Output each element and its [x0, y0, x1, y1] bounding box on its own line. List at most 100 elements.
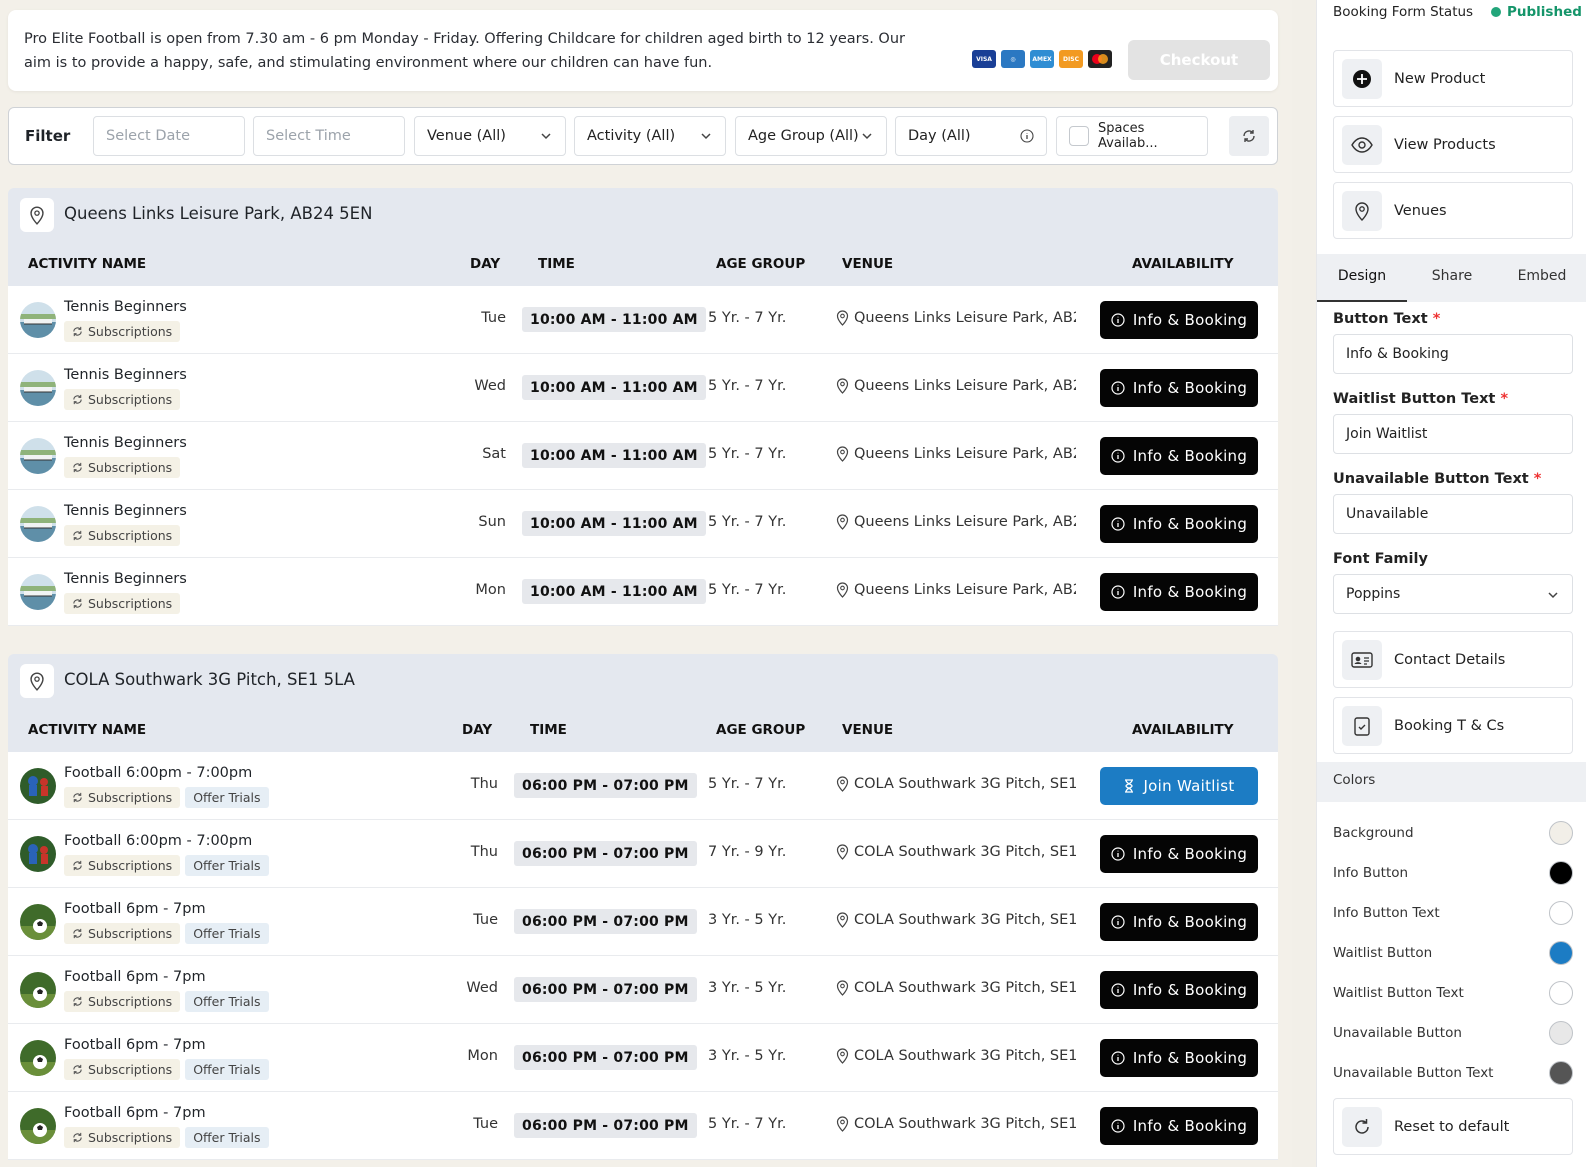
info-booking-button[interactable]: Info & Booking: [1100, 301, 1258, 339]
color-swatch[interactable]: [1549, 901, 1573, 925]
venue-cell: COLA Southwark 3G Pitch, SE1 ...: [836, 912, 1076, 928]
age-group-select[interactable]: Age Group (All): [735, 116, 887, 156]
refresh-button[interactable]: [1229, 116, 1269, 156]
activity-thumbnail: [20, 302, 56, 338]
activity-tags: Subscriptions Offer Trials: [64, 991, 269, 1012]
color-row: Unavailable Button: [1333, 1018, 1573, 1048]
button-label: Info & Booking: [1132, 311, 1248, 329]
info-booking-button[interactable]: Info & Booking: [1100, 369, 1258, 407]
reset-button[interactable]: Reset to default: [1333, 1098, 1573, 1155]
contact-details-button[interactable]: Contact Details: [1333, 631, 1573, 688]
time-cell: 06:00 PM - 07:00 PM: [514, 977, 697, 1002]
map-pin-icon: [836, 980, 849, 996]
color-swatch[interactable]: [1549, 821, 1573, 845]
time-cell: 10:00 AM - 11:00 AM: [522, 579, 706, 604]
column-header-activity: ACTIVITY NAME: [28, 256, 147, 272]
checkout-button[interactable]: Checkout: [1128, 40, 1270, 80]
tab-share[interactable]: Share: [1407, 254, 1497, 302]
offer-trials-badge: Offer Trials: [185, 923, 269, 944]
chevron-down-icon: [862, 133, 872, 140]
color-label: Unavailable Button Text: [1333, 1065, 1494, 1081]
reset-icon: [1342, 1106, 1382, 1147]
info-booking-button[interactable]: Info & Booking: [1100, 835, 1258, 873]
age-group-cell: 5 Yr. - 7 Yr.: [708, 378, 787, 394]
time-cell: 06:00 PM - 07:00 PM: [514, 841, 697, 866]
info-booking-button[interactable]: Info & Booking: [1100, 573, 1258, 611]
contact-card-icon: [1342, 639, 1382, 680]
spaces-available-toggle[interactable]: Spaces Availab...: [1056, 116, 1208, 156]
color-row: Info Button: [1333, 858, 1573, 888]
venue-cell: COLA Southwark 3G Pitch, SE1 ...: [836, 776, 1076, 792]
age-group-cell: 3 Yr. - 5 Yr.: [708, 980, 787, 996]
color-swatch[interactable]: [1549, 1021, 1573, 1045]
info-booking-button[interactable]: Info & Booking: [1100, 505, 1258, 543]
info-booking-button[interactable]: Info & Booking: [1100, 437, 1258, 475]
info-text: Pro Elite Football is open from 7.30 am …: [24, 31, 905, 71]
waitlist-text-field[interactable]: Join Waitlist: [1333, 414, 1573, 454]
day-cell: Thu: [470, 776, 498, 792]
activity-thumbnail: [20, 972, 56, 1008]
day-cell: Wed: [466, 980, 498, 996]
venue-cell-text: COLA Southwark 3G Pitch, SE1 ...: [854, 1116, 1076, 1132]
tab-embed[interactable]: Embed: [1497, 254, 1586, 302]
amex-icon: AMEX: [1030, 50, 1054, 68]
column-header-day: DAY: [470, 256, 501, 272]
venue-cell: COLA Southwark 3G Pitch, SE1 ...: [836, 1048, 1076, 1064]
map-pin-icon: [836, 378, 849, 394]
button-text-label: Button Text *: [1333, 311, 1441, 327]
tag-label: Offer Trials: [193, 790, 261, 805]
column-header-activity: ACTIVITY NAME: [28, 722, 147, 738]
settings-sidebar: Booking Form Status Published New Produc…: [1316, 0, 1586, 1167]
info-booking-button[interactable]: Info & Booking: [1100, 903, 1258, 941]
status-label: Booking Form Status: [1333, 4, 1474, 20]
sync-icon: [72, 860, 83, 871]
info-booking-button[interactable]: Info & Booking: [1100, 1039, 1258, 1077]
subscriptions-badge: Subscriptions: [64, 593, 181, 614]
booking-tcs-button[interactable]: Booking T & Cs: [1333, 697, 1573, 754]
join-waitlist-button[interactable]: Join Waitlist: [1100, 767, 1258, 805]
unavailable-text-field[interactable]: Unavailable: [1333, 494, 1573, 534]
time-input[interactable]: Select Time: [253, 116, 405, 156]
color-swatch[interactable]: [1549, 941, 1573, 965]
info-icon: [1111, 847, 1125, 861]
sync-icon: [72, 792, 83, 803]
info-booking-button[interactable]: Info & Booking: [1100, 1107, 1258, 1145]
chevron-down-icon: [1548, 592, 1558, 599]
day-cell: Tue: [481, 310, 506, 326]
venues-button[interactable]: Venues: [1333, 182, 1573, 239]
table-row: Football 6:00pm - 7:00pm Subscriptions Off…: [8, 752, 1278, 820]
tag-label: Subscriptions: [88, 1062, 173, 1077]
new-product-button[interactable]: New Product: [1333, 50, 1573, 107]
view-products-button[interactable]: View Products: [1333, 116, 1573, 173]
color-label: Waitlist Button: [1333, 945, 1433, 961]
sync-icon: [72, 394, 83, 405]
table-row: Tennis Beginners Subscriptions Tue 10:00 AM…: [8, 286, 1278, 354]
button-label: Info & Booking: [1132, 515, 1248, 533]
date-input[interactable]: Select Date: [93, 116, 245, 156]
color-swatch[interactable]: [1549, 1061, 1573, 1085]
info-booking-button[interactable]: Info & Booking: [1100, 971, 1258, 1009]
venue-cell-text: COLA Southwark 3G Pitch, SE1 ...: [854, 844, 1076, 860]
table-row: Football 6pm - 7pm Subscriptions Offer Tri…: [8, 1024, 1278, 1092]
table-row: Tennis Beginners Subscriptions Sat 10:00 AM…: [8, 422, 1278, 490]
venue-cell-text: COLA Southwark 3G Pitch, SE1 ...: [854, 980, 1076, 996]
day-select[interactable]: Day (All): [895, 116, 1047, 156]
color-swatch[interactable]: [1549, 861, 1573, 885]
venue-select[interactable]: Venue (All): [414, 116, 566, 156]
age-group-cell: 5 Yr. - 7 Yr.: [708, 1116, 787, 1132]
tab-design[interactable]: Design: [1317, 254, 1407, 302]
font-family-select[interactable]: Poppins: [1333, 574, 1573, 614]
waitlist-text-label: Waitlist Button Text *: [1333, 391, 1509, 407]
age-group-cell: 5 Yr. - 7 Yr.: [708, 514, 787, 530]
color-swatch[interactable]: [1549, 981, 1573, 1005]
button-text-field[interactable]: Info & Booking: [1333, 334, 1573, 374]
tag-label: Offer Trials: [193, 1062, 261, 1077]
subscriptions-badge: Subscriptions: [64, 787, 181, 808]
button-label: Info & Booking: [1132, 583, 1248, 601]
activity-thumbnail: [20, 574, 56, 610]
spaces-checkbox[interactable]: [1069, 126, 1089, 146]
activity-name: Football 6pm - 7pm: [64, 1105, 206, 1121]
activity-select[interactable]: Activity (All): [574, 116, 726, 156]
activity-name: Tennis Beginners: [64, 503, 187, 519]
day-cell: Mon: [475, 582, 506, 598]
